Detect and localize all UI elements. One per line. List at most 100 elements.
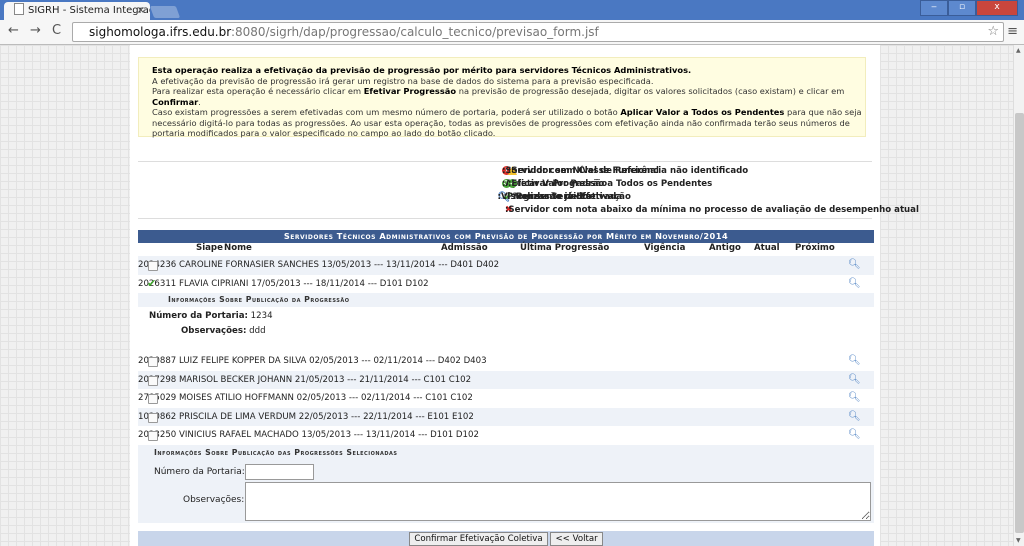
tab-close-icon[interactable]: × bbox=[137, 2, 145, 20]
cell-nome: CAROLINE FORNASIER SANCHES bbox=[179, 260, 319, 270]
collective-form: Informações Sobre Publicação das Progres… bbox=[138, 444, 874, 523]
row-checkbox[interactable] bbox=[148, 261, 158, 271]
vertical-scrollbar[interactable]: ▲ ▼ bbox=[1013, 45, 1024, 546]
row-checkbox[interactable] bbox=[148, 357, 158, 367]
cell-atual: C101 bbox=[425, 393, 448, 403]
cell-admissao: 17/05/2013 bbox=[251, 278, 301, 289]
legend-row: !:Servidor com Nível de Referência não i… bbox=[138, 166, 872, 176]
close-window-button[interactable]: x bbox=[976, 0, 1018, 16]
row-checkbox[interactable] bbox=[148, 375, 158, 386]
table-row: 2024236 CAROLINE FORNASIER SANCHES 13/05… bbox=[138, 256, 874, 275]
form-observacoes-label: Observações: bbox=[183, 494, 245, 505]
cell-antigo: --- bbox=[415, 411, 425, 422]
view-server-icon[interactable]: 🔍︎ bbox=[848, 371, 861, 389]
scroll-up-arrow-icon[interactable]: ▲ bbox=[1016, 47, 1021, 54]
cell-vigencia: 13/11/2014 bbox=[385, 260, 436, 270]
col-antigo: Antigo bbox=[709, 243, 741, 253]
cell-nome: VINICIUS RAFAEL MACHADO bbox=[179, 430, 299, 440]
observacoes-textarea[interactable] bbox=[245, 481, 871, 521]
url-path: :8080/sigrh/dap/progressao/calculo_tecni… bbox=[230, 25, 599, 39]
back-arrow-icon[interactable]: ← bbox=[8, 23, 19, 39]
tab-bar: SIGRH - Sistema Integrado × ‒ ▫ x bbox=[0, 0, 1024, 20]
reload-icon[interactable]: C bbox=[52, 23, 61, 39]
cell-atual: D402 bbox=[437, 356, 461, 366]
view-server-icon[interactable]: 🔍︎ bbox=[848, 389, 861, 407]
table-caption: Servidores Técnicos Administrativos com … bbox=[138, 230, 874, 243]
cell-proximo: C102 bbox=[448, 374, 472, 385]
view-server-icon[interactable]: 🔍︎ bbox=[848, 408, 861, 426]
scrollbar-thumb[interactable] bbox=[1015, 113, 1024, 533]
cell-vigencia: 02/11/2014 bbox=[360, 393, 411, 403]
row-checkbox[interactable] bbox=[148, 431, 158, 441]
portaria-input[interactable] bbox=[245, 463, 314, 480]
legend-row: ⟳:Aplicar Valor Padrão a Todos os Penden… bbox=[138, 179, 872, 189]
observacoes-label: Observações: bbox=[181, 326, 247, 336]
back-button[interactable]: << Voltar bbox=[550, 532, 603, 546]
effected-check-icon: ✔ bbox=[147, 276, 157, 290]
document-icon bbox=[14, 3, 24, 15]
cell-proximo: D402 bbox=[476, 260, 500, 270]
observacoes-value: ddd bbox=[249, 326, 266, 336]
legend-no-class: :Servidor sem Classe Funcional bbox=[507, 166, 659, 176]
browser-tab[interactable]: SIGRH - Sistema Integrado × bbox=[4, 2, 150, 20]
row-checkbox[interactable] bbox=[148, 394, 158, 404]
legend-below-min: :Servidor com nota abaixo da mínima no p… bbox=[505, 205, 919, 215]
cell-nome: PRISCILA DE LIMA VERDUM bbox=[179, 411, 297, 422]
view-server-icon[interactable]: 🔍︎ bbox=[848, 275, 861, 293]
browser-toolbar: ← → C sighomologa.ifrs.edu.br:8080/sigrh… bbox=[0, 20, 1024, 45]
servers-table: Servidores Técnicos Administrativos com … bbox=[138, 230, 874, 523]
cell-nome: MARISOL BECKER JOHANN bbox=[179, 374, 293, 385]
new-tab-button[interactable] bbox=[149, 6, 181, 18]
portaria-value: 1234 bbox=[250, 311, 273, 321]
minimize-button[interactable]: ‒ bbox=[920, 0, 948, 16]
forward-arrow-icon[interactable]: → bbox=[30, 23, 41, 39]
cell-ultima: --- bbox=[373, 260, 384, 270]
info-line4a: Caso existam progressões a serem efetiva… bbox=[152, 107, 621, 117]
col-proximo: Próximo bbox=[795, 243, 835, 253]
legend-pending: :Pendente de Efetivação bbox=[512, 192, 631, 202]
cell-atual: D101 bbox=[430, 430, 454, 440]
cell-nome: MOISES ATILIO HOFFMANN bbox=[179, 393, 294, 403]
address-bar[interactable]: sighomologa.ifrs.edu.br:8080/sigrh/dap/p… bbox=[72, 22, 1004, 42]
col-atual: Atual bbox=[754, 243, 780, 253]
info-line4b: Aplicar Valor a Todos os Pendentes bbox=[620, 107, 785, 117]
view-server-icon[interactable]: 🔍︎ bbox=[848, 426, 861, 444]
scroll-down-arrow-icon[interactable]: ▼ bbox=[1016, 537, 1021, 544]
cell-admissao: 02/05/2013 bbox=[309, 356, 359, 366]
row-checkbox[interactable] bbox=[148, 412, 158, 423]
cell-vigencia: 21/11/2014 bbox=[359, 374, 409, 385]
legend-effect-progression: :Efetivar Progressão bbox=[507, 179, 608, 189]
info-line3e: . bbox=[198, 96, 201, 107]
info-line1: Esta operação realiza a efetivação da pr… bbox=[152, 65, 692, 75]
cell-atual: D401 bbox=[450, 260, 474, 270]
cell-proximo: D403 bbox=[463, 356, 487, 366]
info-line3d: Confirmar bbox=[152, 96, 199, 107]
info-line3b: Efetivar Progressão bbox=[363, 86, 457, 96]
tab-title: SIGRH - Sistema Integrado bbox=[28, 5, 150, 16]
cell-proximo: D102 bbox=[455, 430, 479, 440]
cell-ultima: --- bbox=[347, 374, 357, 385]
cell-admissao: 13/05/2013 bbox=[301, 430, 352, 440]
cell-antigo: --- bbox=[418, 430, 428, 440]
form-subheader: Informações Sobre Publicação das Progres… bbox=[154, 447, 398, 457]
col-vigencia: Vigência bbox=[644, 243, 686, 253]
cell-proximo: E102 bbox=[452, 411, 474, 422]
table-row: 1030862 PRISCILA DE LIMA VERDUM 22/05/20… bbox=[138, 407, 874, 426]
cell-antigo: --- bbox=[413, 393, 423, 403]
view-server-icon[interactable]: 🔍︎ bbox=[848, 256, 861, 274]
cell-admissao: 22/05/2013 bbox=[298, 411, 349, 422]
table-row: 2785029 MOISES ATILIO HOFFMANN 02/05/201… bbox=[138, 389, 874, 408]
cell-proximo: C102 bbox=[450, 393, 473, 403]
legend-row: 🔍︎:Visualizar Servidor ✔:Progressão já E… bbox=[138, 192, 872, 203]
confirm-collective-button[interactable]: Confirmar Efetivação Coletiva bbox=[409, 532, 548, 546]
table-header: Siape Nome Admissão Última Progressão Vi… bbox=[138, 243, 874, 256]
maximize-button[interactable]: ▫ bbox=[948, 0, 976, 16]
bookmark-star-icon[interactable]: ☆ bbox=[987, 23, 999, 41]
info-line3a: Para realizar esta operação é necessário… bbox=[152, 86, 364, 96]
form-portaria-label: Número da Portaria: bbox=[154, 466, 245, 477]
menu-icon[interactable]: ≡ bbox=[1007, 24, 1018, 39]
col-admissao: Admissão bbox=[441, 243, 488, 253]
cell-ultima: --- bbox=[303, 278, 313, 289]
view-server-icon[interactable]: 🔍︎ bbox=[848, 352, 861, 370]
cell-ultima: --- bbox=[353, 430, 364, 440]
